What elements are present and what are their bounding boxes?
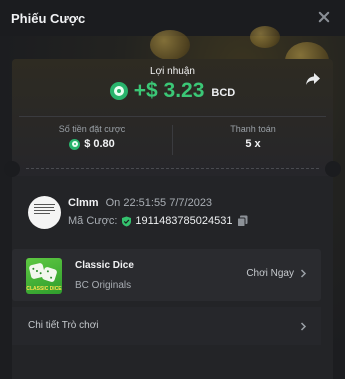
shield-icon [122, 216, 132, 226]
profit-row: +$ 3.23 BCD [12, 79, 333, 103]
payout-label: Thanh toán [230, 124, 276, 134]
decorative-coin [250, 26, 280, 48]
bc-coin-icon [69, 138, 81, 150]
dashed-separator [26, 168, 319, 169]
profit-label: Lợi nhuận [150, 66, 195, 77]
game-details-label: Chi tiết Trò chơi [28, 320, 99, 331]
close-icon[interactable] [317, 10, 331, 24]
wager-value: $ 0.80 [84, 138, 115, 150]
profit-panel: Lợi nhuận +$ 3.23 BCD Số tiền đặt cược $… [12, 59, 333, 176]
game-card[interactable]: CLASSIC DICE Classic Dice BC Originals C… [12, 249, 321, 301]
profit-amount: +$ 3.23 [133, 79, 205, 102]
chevron-right-icon [300, 322, 307, 331]
play-now-button[interactable]: Chơi Ngay [246, 268, 307, 279]
bet-time: On 22:51:55 7/7/2023 [105, 197, 213, 209]
decorative-coin [150, 30, 190, 60]
bet-id-row: Mã Cược: 1911483785024531 [68, 215, 248, 227]
bc-coin-icon [109, 82, 128, 100]
avatar[interactable] [28, 196, 61, 229]
bet-id-label: Mã Cược: [68, 215, 118, 227]
payout-value: 5 x [245, 138, 261, 150]
bettor-name-row: Clmm On 22:51:55 7/7/2023 [68, 197, 212, 209]
copy-icon[interactable] [236, 215, 248, 227]
ticket-notch [325, 161, 341, 177]
game-thumbnail: CLASSIC DICE [26, 258, 62, 294]
game-provider: BC Originals [75, 280, 132, 291]
thumbnail-text: CLASSIC DICE [26, 286, 62, 292]
bet-id-value: 1911483785024531 [135, 215, 233, 227]
game-details-row[interactable]: Chi tiết Trò chơi [12, 307, 321, 345]
wager-value-row: $ 0.80 [12, 138, 172, 150]
play-now-label: Chơi Ngay [246, 268, 294, 279]
ticket-notch [4, 161, 20, 177]
share-icon[interactable] [305, 72, 321, 86]
wager-label: Số tiền đặt cược [58, 124, 126, 134]
payout-stat: Thanh toán 5 x [173, 124, 333, 150]
wager-stat: Số tiền đặt cược $ 0.80 [12, 124, 172, 150]
modal-title: Phiếu Cược [11, 10, 86, 26]
game-name: Classic Dice [75, 260, 134, 271]
divider [19, 116, 326, 117]
chevron-right-icon [300, 269, 307, 278]
payout-value-row: 5 x [173, 138, 333, 150]
bet-slip-background: Lợi nhuận +$ 3.23 BCD Số tiền đặt cược $… [0, 26, 345, 379]
profit-currency: BCD [211, 87, 236, 99]
bet-slip-modal: Phiếu Cược Lợi nhuận +$ 3.23 BCD Số tiền… [0, 0, 345, 379]
bettor-name[interactable]: Clmm [68, 197, 99, 209]
